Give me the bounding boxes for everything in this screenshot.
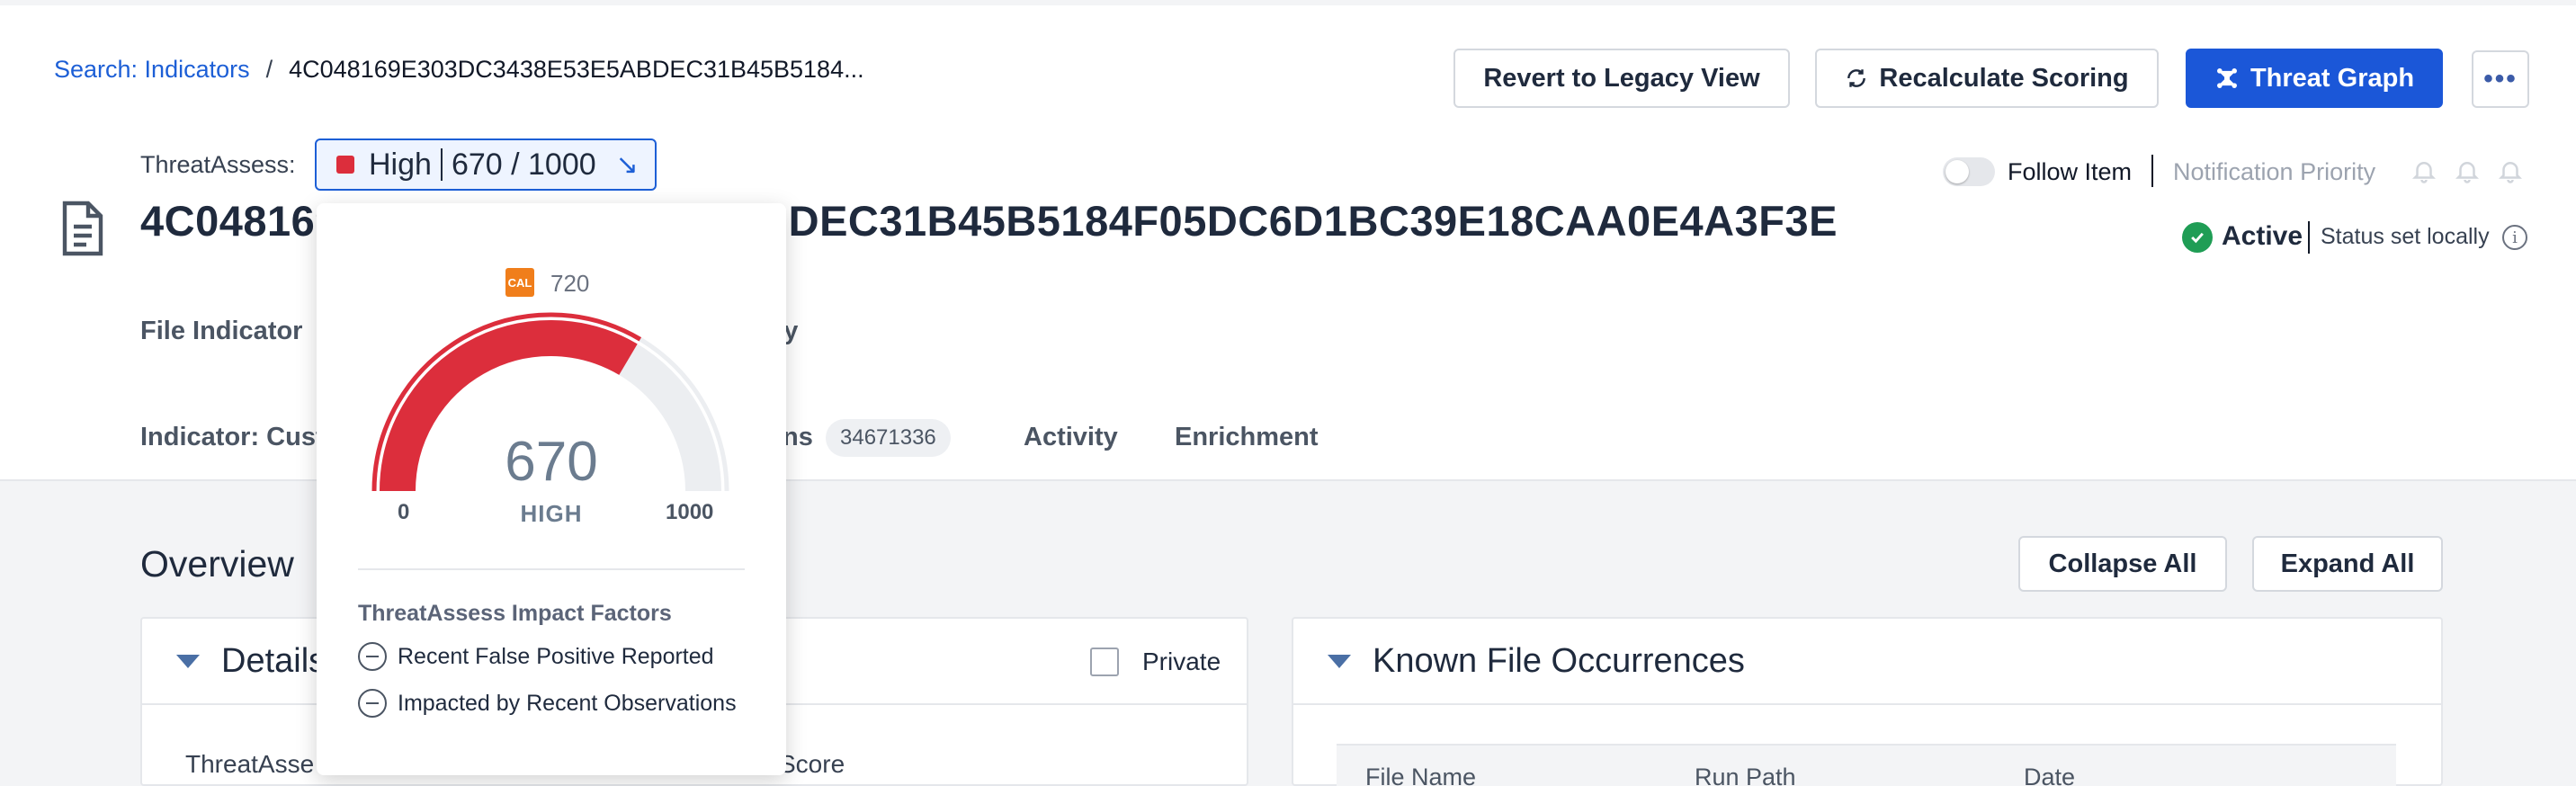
threat-assess-level: High bbox=[369, 147, 432, 182]
top-border bbox=[0, 0, 2576, 5]
collapse-all-button[interactable]: Collapse All bbox=[2018, 536, 2227, 592]
private-checkbox[interactable] bbox=[1090, 648, 1119, 676]
threat-score-gauge bbox=[371, 312, 729, 492]
impact-factors-title: ThreatAssess Impact Factors bbox=[358, 601, 672, 626]
cal-badge-icon: CAL bbox=[505, 268, 534, 297]
observations-count-badge: 34671336 bbox=[826, 419, 951, 457]
info-icon[interactable]: i bbox=[2502, 225, 2527, 250]
threat-graph-button[interactable]: Threat Graph bbox=[2186, 49, 2443, 108]
overview-heading: Overview bbox=[140, 543, 294, 585]
status-active[interactable]: Active bbox=[2222, 221, 2303, 252]
tab-enrichment[interactable]: Enrichment bbox=[1175, 423, 1319, 452]
threat-assess-score: 670 / 1000 bbox=[451, 147, 596, 182]
check-circle-icon bbox=[2182, 222, 2213, 253]
private-label: Private bbox=[1142, 648, 1221, 675]
threat-assess-popover: CAL 720 670 HIGH 0 1000 ThreatAssess Imp… bbox=[317, 203, 786, 775]
recalculate-scoring-label: Recalculate Scoring bbox=[1879, 63, 2129, 93]
threat-assess-label: ThreatAssess: bbox=[140, 151, 296, 178]
column-header-run-path[interactable]: Run Path bbox=[1695, 764, 1796, 786]
follow-item-toggle[interactable] bbox=[1943, 157, 1995, 186]
bell-icon-low[interactable] bbox=[2411, 156, 2437, 185]
details-field-score: Score bbox=[779, 750, 845, 778]
occurrences-panel-header[interactable]: Known File Occurrences bbox=[1293, 619, 2441, 705]
minus-circle-icon bbox=[358, 689, 387, 718]
minus-circle-icon bbox=[358, 642, 387, 671]
revert-legacy-view-button[interactable]: Revert to Legacy View bbox=[1453, 49, 1790, 108]
impact-factor-row: Impacted by Recent Observations bbox=[358, 689, 737, 718]
refresh-icon bbox=[1847, 69, 1866, 87]
gauge-min: 0 bbox=[398, 500, 410, 524]
collapse-all-label: Collapse All bbox=[2048, 549, 2197, 578]
breadcrumb-current: 4C048169E303DC3438E53E5ABDEC31B45B5184..… bbox=[289, 56, 864, 83]
more-dots-icon: ••• bbox=[2483, 64, 2518, 94]
follow-divider bbox=[2151, 155, 2153, 187]
breadcrumb-separator: / bbox=[265, 56, 273, 83]
expand-all-button[interactable]: Expand All bbox=[2252, 536, 2443, 592]
file-document-icon bbox=[62, 201, 103, 256]
column-header-file-name[interactable]: File Name bbox=[1365, 764, 1476, 786]
column-header-date[interactable]: Date bbox=[2024, 764, 2075, 786]
more-options-button[interactable]: ••• bbox=[2472, 50, 2529, 108]
high-severity-square-icon bbox=[336, 156, 354, 174]
tab-activity[interactable]: Activity bbox=[1024, 423, 1118, 452]
cal-score: 720 bbox=[550, 270, 590, 297]
follow-item-label: Follow Item bbox=[2008, 158, 2133, 185]
toggle-knob bbox=[1945, 160, 1969, 183]
popover-divider bbox=[358, 568, 745, 570]
impact-factor-label: Impacted by Recent Observations bbox=[398, 690, 737, 716]
occurrences-panel-title: Known File Occurrences bbox=[1373, 642, 1745, 680]
tab-indicator[interactable]: Indicator: Cust bbox=[140, 423, 325, 452]
impact-factor-label: Recent False Positive Reported bbox=[398, 643, 714, 669]
revert-legacy-view-label: Revert to Legacy View bbox=[1483, 63, 1760, 93]
breadcrumb-link-search-indicators[interactable]: Search: Indicators bbox=[54, 56, 250, 84]
indicator-type: File Indicator bbox=[140, 317, 303, 345]
bell-icon-high[interactable] bbox=[2497, 156, 2524, 185]
gauge-level: HIGH bbox=[520, 500, 583, 527]
breadcrumb: Search: Indicators / 4C048169E303DC3438E… bbox=[54, 56, 864, 84]
recalculate-scoring-button[interactable]: Recalculate Scoring bbox=[1815, 49, 2159, 108]
caret-down-icon[interactable] bbox=[176, 655, 200, 668]
caret-down-icon[interactable] bbox=[1328, 655, 1351, 668]
gauge-max: 1000 bbox=[666, 500, 714, 524]
arrow-down-right-icon: ↘ bbox=[615, 149, 639, 180]
details-field-threatassess: ThreatAsse bbox=[185, 750, 315, 778]
bell-icon-medium[interactable] bbox=[2454, 156, 2481, 185]
status-divider bbox=[2308, 221, 2310, 254]
occurrences-table-header: File Name Run Path Date bbox=[1337, 744, 2396, 786]
graph-nodes-icon bbox=[2216, 68, 2237, 88]
details-panel-title: Details bbox=[221, 642, 326, 680]
impact-factor-row: Recent False Positive Reported bbox=[358, 642, 714, 671]
expand-all-label: Expand All bbox=[2280, 549, 2415, 578]
threat-graph-label: Threat Graph bbox=[2250, 63, 2415, 93]
status-note: Status set locally bbox=[2321, 224, 2490, 249]
notification-priority-label: Notification Priority bbox=[2173, 158, 2376, 185]
threat-assess-score-pill[interactable]: High 670 / 1000 ↘ bbox=[315, 138, 657, 191]
pill-divider bbox=[440, 148, 443, 181]
tab-observations[interactable]: ns bbox=[783, 423, 813, 452]
gauge-value: 670 bbox=[505, 431, 598, 493]
